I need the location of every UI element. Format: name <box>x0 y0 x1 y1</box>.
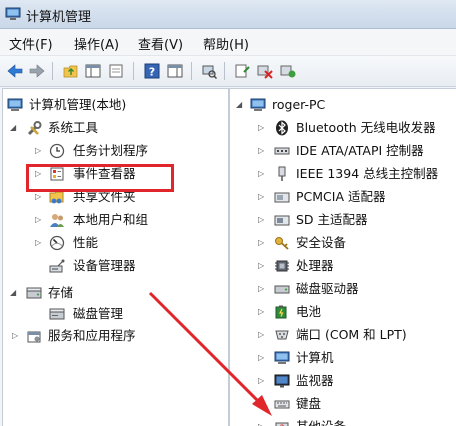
collapsed-arrow-icon[interactable]: ▷ <box>258 255 264 277</box>
disable-device-icon[interactable] <box>256 62 274 80</box>
menu-bar: 文件(F) 操作(A) 查看(V) 帮助(H) <box>0 29 456 56</box>
toolbar: ? <box>0 56 456 87</box>
key-icon <box>274 235 290 251</box>
collapsed-arrow-icon[interactable]: ▷ <box>258 324 264 346</box>
tree-item-label: 设备管理器 <box>73 258 136 273</box>
svg-text:?: ? <box>149 66 155 79</box>
expanded-arrow-icon[interactable]: ◢ <box>10 282 16 304</box>
device-category-label: 计算机 <box>296 350 334 365</box>
services-icon <box>26 328 42 344</box>
monitor-icon <box>274 373 290 389</box>
tree-item-label: 性能 <box>73 235 99 250</box>
device-category-label: IDE ATA/ATAPI 控制器 <box>296 143 424 158</box>
pcmcia-icon <box>274 189 290 205</box>
device-category-label: 监视器 <box>296 373 334 388</box>
collapsed-arrow-icon[interactable]: ▷ <box>35 232 41 254</box>
device-category-label: PCMCIA 适配器 <box>296 189 386 204</box>
device-category-label: 键盘 <box>296 396 322 411</box>
collapsed-arrow-icon[interactable]: ▷ <box>258 301 264 323</box>
performance-icon <box>49 235 65 251</box>
computer-management-icon <box>5 6 21 20</box>
show-action-pane-icon[interactable] <box>166 62 184 80</box>
toolbar-separator <box>52 62 53 80</box>
users-icon <box>49 212 65 228</box>
device-category-label: SD 主适配器 <box>296 212 368 227</box>
collapsed-arrow-icon[interactable]: ▷ <box>258 232 264 254</box>
battery-icon <box>274 304 290 320</box>
device-category-label: 处理器 <box>296 258 334 273</box>
keyboard-icon <box>274 396 290 412</box>
collapsed-arrow-icon[interactable]: ▷ <box>258 393 264 415</box>
collapsed-arrow-icon[interactable]: ▷ <box>258 209 264 231</box>
device-category-label: Bluetooth 无线电收发器 <box>296 120 436 135</box>
device-category-label: 安全设备 <box>296 235 347 250</box>
device-category-label: 其他设备 <box>296 416 346 426</box>
collapsed-arrow-icon[interactable]: ▷ <box>258 347 264 369</box>
up-folder-icon[interactable] <box>62 62 80 80</box>
ide-controller-icon <box>274 143 290 159</box>
disk-management-icon <box>49 306 65 322</box>
collapsed-arrow-icon[interactable]: ▷ <box>258 140 264 162</box>
collapsed-arrow-icon[interactable]: ▷ <box>258 278 264 300</box>
show-hide-tree-icon[interactable] <box>84 62 102 80</box>
device-tree-pane: ◢ roger-PC ▷ Bluetooth 无线电收发器 ▷ IDE ATA/… <box>229 88 456 426</box>
device-category-label: 电池 <box>296 304 322 319</box>
tree-item-label: 存储 <box>48 285 74 300</box>
collapsed-arrow-icon[interactable]: ▷ <box>258 117 264 139</box>
back-icon[interactable] <box>6 62 24 80</box>
ieee1394-icon <box>274 166 290 182</box>
device-category-label: 端口 (COM 和 LPT) <box>296 327 407 342</box>
device-category-label: 磁盘驱动器 <box>296 281 359 296</box>
collapsed-arrow-icon[interactable]: ▷ <box>35 209 41 231</box>
collapsed-arrow-icon[interactable]: ▷ <box>258 163 264 185</box>
tree-item-label: 计算机管理(本地) <box>29 97 127 112</box>
computer-icon <box>274 350 290 366</box>
collapsed-arrow-icon[interactable]: ▷ <box>258 416 264 426</box>
bluetooth-icon <box>274 120 290 136</box>
unknown-device-icon: ? <box>274 419 290 426</box>
toolbar-separator <box>133 62 134 80</box>
tools-icon <box>26 120 42 136</box>
uninstall-device-icon[interactable] <box>279 62 297 80</box>
computer-icon <box>250 97 266 113</box>
forward-icon[interactable] <box>28 62 46 80</box>
processor-icon <box>274 258 290 274</box>
expanded-arrow-icon[interactable]: ◢ <box>236 94 242 116</box>
update-driver-icon[interactable] <box>233 62 251 80</box>
menu-action[interactable]: 操作(A) <box>74 34 119 53</box>
tree-item-label: 磁盘管理 <box>73 306 124 321</box>
collapsed-arrow-icon[interactable]: ▷ <box>258 370 264 392</box>
computer-management-window: 计算机管理 文件(F) 操作(A) 查看(V) 帮助(H) ? 计算机管理(本地… <box>0 0 456 426</box>
storage-icon <box>26 285 42 301</box>
window-title: 计算机管理 <box>26 10 92 25</box>
expanded-arrow-icon[interactable]: ◢ <box>10 117 16 139</box>
properties-sheet-icon[interactable] <box>107 62 125 80</box>
tree-item-label: 任务计划程序 <box>73 143 149 158</box>
tree-item-label: 服务和应用程序 <box>48 328 136 343</box>
help-icon[interactable]: ? <box>143 62 161 80</box>
collapsed-arrow-icon[interactable]: ▷ <box>258 186 264 208</box>
clock-icon <box>49 143 65 159</box>
port-icon <box>274 327 290 343</box>
scan-hardware-icon[interactable] <box>200 62 218 80</box>
menu-view[interactable]: 查看(V) <box>138 34 183 53</box>
disk-drive-icon <box>274 281 290 297</box>
toolbar-separator <box>224 62 225 80</box>
device-root-label: roger-PC <box>272 97 326 112</box>
menu-help[interactable]: 帮助(H) <box>203 34 249 53</box>
tree-item-label: 本地用户和组 <box>73 212 149 227</box>
menu-file[interactable]: 文件(F) <box>9 34 53 53</box>
console-tree-pane: 计算机管理(本地) ◢ 系统工具 ▷ 任务计划程序 ▷ 事件查看器 ▷ 共享文件… <box>2 88 229 426</box>
device-category-label: IEEE 1394 总线主控制器 <box>296 166 439 181</box>
computer-management-icon <box>7 97 23 113</box>
device-manager-icon <box>49 258 65 274</box>
sd-host-icon <box>274 212 290 228</box>
toolbar-separator <box>191 62 192 80</box>
title-bar[interactable]: 计算机管理 <box>0 0 456 29</box>
collapsed-arrow-icon[interactable]: ▷ <box>12 325 18 347</box>
tree-item-label: 系统工具 <box>48 120 99 135</box>
highlight-box <box>26 164 174 192</box>
collapsed-arrow-icon[interactable]: ▷ <box>35 140 41 162</box>
